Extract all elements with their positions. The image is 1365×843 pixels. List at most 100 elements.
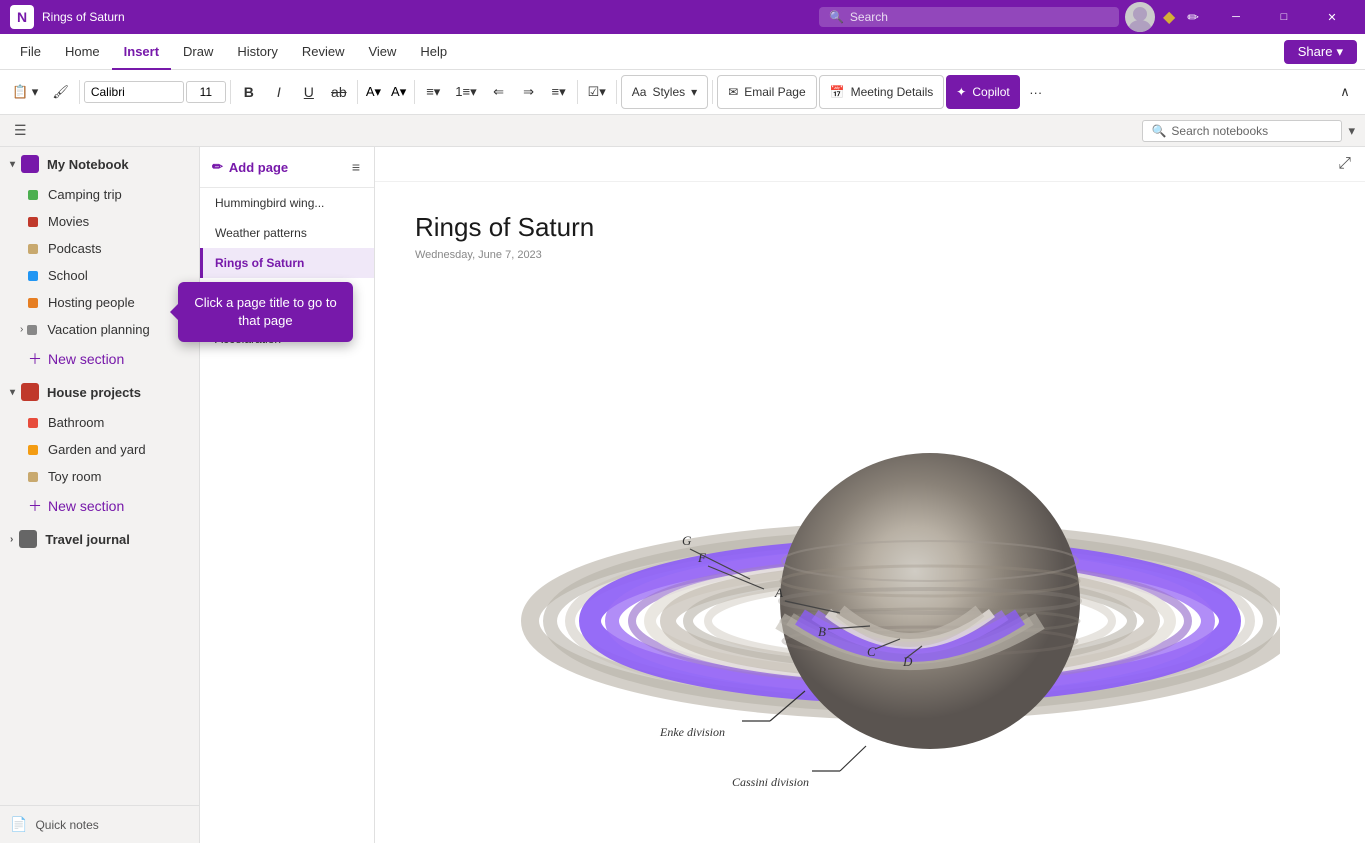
meeting-details-button[interactable]: 📅 Meeting Details — [819, 75, 945, 109]
close-button[interactable]: ✕ — [1309, 3, 1355, 31]
minimize-button[interactable]: ─ — [1213, 3, 1259, 31]
section-toyroom[interactable]: Toy room — [0, 463, 199, 490]
search-icon: 🔍 — [829, 10, 844, 24]
sep2 — [230, 80, 231, 104]
section-dot-bathroom — [28, 418, 38, 428]
ribbon-collapse-button[interactable]: ∧ — [1331, 76, 1359, 108]
share-button[interactable]: Share ▾ — [1284, 40, 1357, 64]
chevron-right-icon: › — [20, 324, 23, 335]
decrease-indent-button[interactable]: ⇐ — [485, 76, 513, 108]
tab-draw[interactable]: Draw — [171, 34, 225, 70]
bold-button[interactable]: B — [235, 76, 263, 108]
section-podcasts[interactable]: Podcasts — [0, 235, 199, 262]
increase-indent-button[interactable]: ⇒ — [515, 76, 543, 108]
notebook-header-my-notebook[interactable]: ▾ My Notebook — [0, 147, 199, 181]
ribbon-tab-row: File Home Insert Draw History Review Vie… — [0, 34, 1365, 70]
title-search-placeholder: Search — [850, 10, 888, 24]
page-list-panel: ✏ Add page ≡ Hummingbird wing... Weather… — [200, 147, 375, 843]
notebook-search-input[interactable]: 🔍 Search notebooks — [1142, 120, 1342, 142]
svg-text:Cassini division: Cassini division — [732, 775, 809, 789]
app-title: Rings of Saturn — [42, 10, 819, 24]
notebook-icon-house — [21, 383, 39, 401]
page-title-hummingbird: Hummingbird wing... — [215, 196, 324, 210]
section-dot-vacation — [27, 325, 37, 335]
svg-text:N: N — [17, 9, 27, 25]
profile-button[interactable] — [1125, 2, 1155, 32]
bullet-list-button[interactable]: ≡▾ — [419, 76, 447, 108]
notebook-title-house: House projects — [47, 385, 141, 400]
underline-button[interactable]: U — [295, 76, 323, 108]
email-page-button[interactable]: ✉ Email Page — [717, 75, 816, 109]
section-dot-podcasts — [28, 244, 38, 254]
font-name-input[interactable] — [84, 81, 184, 103]
tab-file[interactable]: File — [8, 34, 53, 70]
page-weather[interactable]: Weather patterns — [200, 218, 374, 248]
notebook-toggle[interactable]: 📋 ▾ — [6, 76, 44, 108]
copilot-label: Copilot — [972, 85, 1009, 99]
notebook-header-travel[interactable]: › Travel journal — [0, 522, 199, 556]
styles-icon: Aa — [632, 85, 647, 99]
saturn-svg: G F A B C D — [460, 281, 1280, 841]
section-garden[interactable]: Garden and yard — [0, 436, 199, 463]
search-dropdown-arrow[interactable]: ▾ — [1348, 123, 1355, 139]
section-label-garden: Garden and yard — [48, 442, 146, 457]
styles-button[interactable]: Aa Styles ▾ — [621, 75, 708, 109]
window-controls: ─ □ ✕ — [1213, 3, 1355, 31]
more-tools-button[interactable]: ··· — [1022, 76, 1050, 108]
sep7 — [712, 80, 713, 104]
quick-notes-button[interactable]: 📄 Quick notes — [0, 805, 199, 843]
section-school[interactable]: School — [0, 262, 199, 289]
tab-review[interactable]: Review — [290, 34, 357, 70]
copilot-icon: ✦ — [956, 85, 966, 99]
sep4 — [414, 80, 415, 104]
new-section-house-label: New section — [48, 498, 124, 514]
notebook-title-my-notebook: My Notebook — [47, 157, 129, 172]
tab-home[interactable]: Home — [53, 34, 112, 70]
page-rings-of-saturn[interactable]: Rings of Saturn — [200, 248, 374, 278]
check-button[interactable]: ☑▾ — [582, 76, 612, 108]
tooltip-popup: Click a page title to go to that page — [178, 282, 353, 342]
notebook-travel: › Travel journal — [0, 522, 199, 556]
strikethrough-button[interactable]: ab — [325, 76, 353, 108]
page-hummingbird[interactable]: Hummingbird wing... — [200, 188, 374, 218]
tab-view[interactable]: View — [356, 34, 408, 70]
notebook-header-house-projects[interactable]: ▾ House projects — [0, 375, 199, 409]
numbered-list-button[interactable]: 1≡▾ — [449, 76, 482, 108]
notebook-my-notebook: ▾ My Notebook Camping trip Movies Podcas… — [0, 147, 199, 375]
svg-text:G: G — [682, 533, 692, 548]
premium-icon[interactable]: ◆ — [1163, 7, 1175, 27]
copilot-button[interactable]: ✦ Copilot — [946, 75, 1019, 109]
add-page-button[interactable]: ✏ Add page ≡ — [200, 147, 374, 188]
section-label-toyroom: Toy room — [48, 469, 101, 484]
sort-button[interactable]: ≡ — [350, 157, 362, 177]
tab-help[interactable]: Help — [408, 34, 459, 70]
tab-history[interactable]: History — [225, 34, 289, 70]
chevron-right-icon-travel: › — [10, 534, 13, 545]
page-content: Rings of Saturn Wednesday, June 7, 2023 — [375, 182, 1365, 843]
format-painter[interactable]: 🖌 — [46, 76, 75, 108]
italic-button[interactable]: I — [265, 76, 293, 108]
section-bathroom[interactable]: Bathroom — [0, 409, 199, 436]
highlight-button[interactable]: A▾ — [362, 76, 385, 108]
content-toolbar: ⤢ — [375, 147, 1365, 182]
app-icon: N — [10, 5, 34, 29]
section-movies[interactable]: Movies — [0, 208, 199, 235]
align-button[interactable]: ≡▾ — [545, 76, 573, 108]
svg-text:D: D — [902, 654, 913, 669]
font-color-button[interactable]: A▾ — [387, 76, 410, 108]
sep1 — [79, 80, 80, 104]
new-section-house[interactable]: ＋ New section — [0, 490, 199, 522]
font-size-input[interactable] — [186, 81, 226, 103]
tab-insert[interactable]: Insert — [112, 34, 171, 70]
edit-icon[interactable]: ✏ — [1187, 9, 1199, 26]
maximize-button[interactable]: □ — [1261, 3, 1307, 31]
title-search[interactable]: 🔍 Search — [819, 7, 1119, 27]
hamburger-button[interactable]: ☰ — [10, 118, 31, 143]
svg-text:C: C — [867, 644, 876, 659]
section-camping-trip[interactable]: Camping trip — [0, 181, 199, 208]
expand-button[interactable]: ⤢ — [1334, 153, 1355, 175]
new-section-my-notebook[interactable]: ＋ New section — [0, 343, 199, 375]
search-icon-small: 🔍 — [1151, 124, 1166, 138]
styles-label: Styles — [652, 85, 685, 99]
section-label-school: School — [48, 268, 88, 283]
